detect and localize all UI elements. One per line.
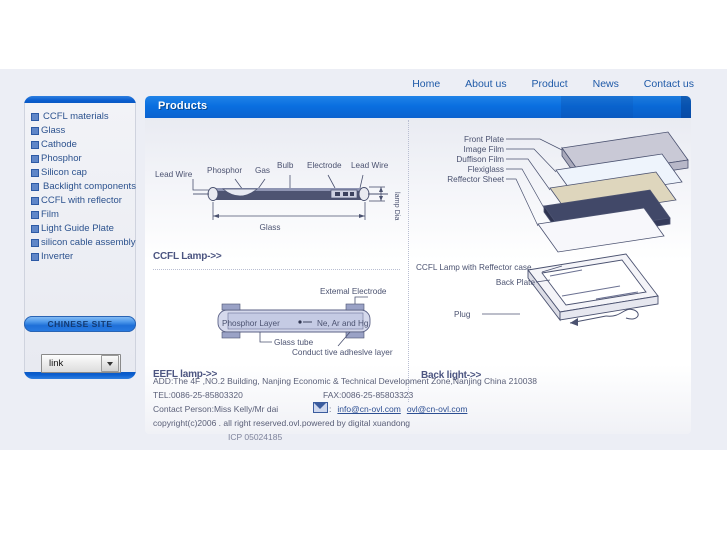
sidebar-item-silicon-cable-assembly[interactable]: silicon cable assembly [25,236,136,250]
ccfl-label-lead-wire-left: Lead Wire [155,170,193,179]
footer: ADD:The 4F ,NO.2 Building, Nanjing Econo… [145,375,691,430]
link-select-value: link [49,358,64,369]
ccfl-label-glass: Glass [260,223,281,232]
page-title: Products [158,100,208,112]
chinese-site-button[interactable]: CHINESE SITE [24,316,136,332]
square-bullet-icon [31,183,39,191]
sidebar-item-label: Silicon cap [41,167,87,178]
footer-email-link-2[interactable]: ovl@cn-ovl.com [407,404,468,414]
sidebar-menu-box: CCFL materials Glass Cathode Phosphor Si… [24,96,136,379]
sidebar-item-glass[interactable]: Glass [25,124,135,138]
eefl-label-adhesive: Conduct tive adheslve layer [292,348,393,357]
backlight-label-flexiglass: Flexiglass [468,165,504,174]
chinese-site-label: CHINESE SITE [47,319,113,329]
square-bullet-icon [31,169,39,177]
square-bullet-icon [31,211,39,219]
header-bar-segment [681,96,691,118]
backlight-label-image-film: Image Film [464,145,505,154]
sidebar-item-label: Backlight components [43,181,136,192]
footer-copyright: copyright(c)2006 . all right reserved.ov… [153,417,411,428]
backlight-label-front-plate: Front Plate [464,135,504,144]
sidebar-item-ccfl-with-reflector[interactable]: CCFL with reflector [25,194,135,208]
sidebar-item-film[interactable]: Film [25,208,135,222]
footer-address: ADD:The 4F ,NO.2 Building, Nanjing Econo… [153,376,537,386]
eefl-label-phosphor-layer: Phosphor Layer [222,319,280,328]
vertical-divider [408,120,409,402]
sidebar: CCFL materials Glass Cathode Phosphor Si… [24,96,136,379]
envelope-icon [313,402,328,413]
section-label-ccfl-lamp: CCFL Lamp->> [153,251,222,262]
sidebar-item-ccfl-materials[interactable]: CCFL materials [25,110,135,124]
square-bullet-icon [31,197,39,205]
footer-icp: ICP 05024185 [228,432,283,442]
eefl-label-glass-tube: Glass tube [274,338,314,347]
footer-contact-person-row: Contact Person:Miss Kelly/Mr dai: info@cn… [145,402,691,417]
sidebar-item-inverter[interactable]: Inverter [25,250,135,264]
sidebar-item-label: Film [41,209,59,220]
footer-tel: TEL:0086-25-85803320 [153,389,243,400]
sidebar-item-label: CCFL materials [43,111,109,122]
header-bar-segment [561,96,633,118]
backlight-diagram: Front Plate Image Film Duffison Film Fle… [416,131,689,326]
ccfl-label-phosphor: Phosphor [207,166,242,175]
eefl-lamp-diagram: Extemal Electrode Phosphor Layer Ne, Ar … [217,287,393,357]
sidebar-cap-top [24,96,136,103]
ccfl-label-bulb: Bulb [277,161,294,170]
backlight-label-ccfl-with-case: CCFL Lamp with Reffector case [416,263,532,272]
square-bullet-icon [31,155,39,163]
backlight-label-plug: Plug [454,310,471,319]
backlight-label-duffison-film: Duffison Film [456,155,504,164]
footer-email-link-1[interactable]: info@cn-ovl.com [337,404,400,414]
square-bullet-icon [31,141,39,149]
ccfl-label-lamp-dia: lamp Dia [393,192,402,220]
header-bar-segment [633,96,681,118]
ccfl-label-electrode: Electrode [307,161,342,170]
chevron-down-icon[interactable] [101,355,119,372]
nav-item-about-us[interactable]: About us [465,78,506,90]
sidebar-item-label: silicon cable assembly [41,237,136,248]
sidebar-item-silicon-cap[interactable]: Silicon cap [25,166,135,180]
sidebar-item-label: Inverter [41,251,74,262]
sidebar-item-cathode[interactable]: Cathode [25,138,135,152]
sidebar-item-label: CCFL with reflector [41,195,122,206]
square-bullet-icon [31,239,39,247]
square-bullet-icon [31,253,39,261]
products-header-bar: Products [145,96,691,118]
link-select[interactable]: link [41,354,121,373]
top-navigation-bar: Home About us Product News Contact us [0,69,727,96]
top-nav-links: Home About us Product News Contact us [390,78,694,90]
nav-item-product[interactable]: Product [532,78,568,90]
browser-viewport: Home About us Product News Contact us CC… [0,0,727,545]
backlight-label-reffector-sheet: Reffector Sheet [447,175,504,184]
sidebar-item-phosphor[interactable]: Phosphor [25,152,135,166]
sidebar-item-label: Light Guide Plate [41,223,114,234]
ccfl-label-gas: Gas [255,166,270,175]
sidebar-item-label: Cathode [41,139,77,150]
eefl-label-external-electrode: Extemal Electrode [320,287,387,296]
nav-item-news[interactable]: News [593,78,619,90]
footer-contact-numbers: TEL:0086-25-85803320 FAX:0086-25-85803323 [145,389,691,403]
square-bullet-icon [31,113,39,121]
horizontal-divider [153,269,400,270]
ccfl-lamp-diagram: Lead Wire Phosphor Gas Bulb Electrode Le… [155,161,402,232]
ccfl-label-lead-wire-right: Lead Wire [351,161,389,170]
footer-contact-person: Contact Person:Miss Kelly/Mr dai [153,404,279,414]
nav-item-contact-us[interactable]: Contact us [644,78,694,90]
sidebar-item-label: Phosphor [41,153,82,164]
footer-email-separator: : [329,404,332,414]
sidebar-item-light-guide-plate[interactable]: Light Guide Plate [25,222,135,236]
footer-fax: FAX:0086-25-85803323 [323,389,414,400]
square-bullet-icon [31,127,39,135]
nav-item-home[interactable]: Home [412,78,440,90]
eefl-label-gas-mix: Ne, Ar and Hg [317,319,369,328]
backlight-label-back-plate: Back Plate [496,278,536,287]
square-bullet-icon [31,225,39,233]
sidebar-item-backlight-components[interactable]: Backlight components [25,180,136,194]
sidebar-cap-bottom [24,372,136,379]
sidebar-item-label: Glass [41,125,66,136]
